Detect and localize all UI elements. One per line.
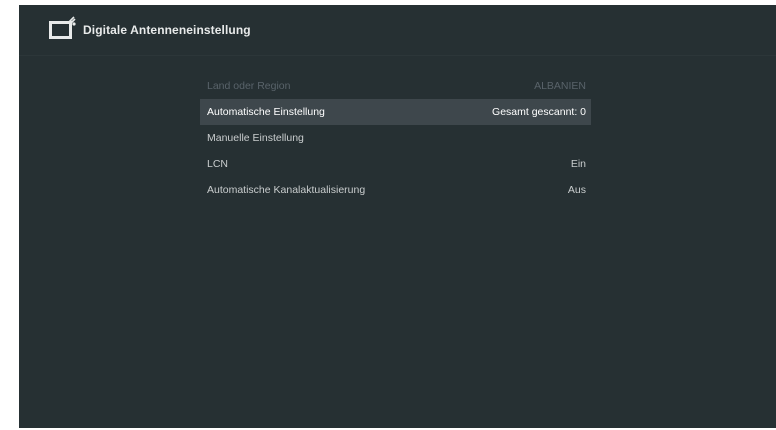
- menu-item-label: LCN: [207, 158, 229, 170]
- menu-item-country-region: Land oder Region ALBANIEN: [200, 73, 591, 99]
- page-title: Digitale Antenneneinstellung: [83, 23, 251, 37]
- menu-item-lcn[interactable]: LCN Ein: [200, 151, 591, 177]
- menu-item-value: Gesamt gescannt: 0: [492, 106, 586, 118]
- menu-item-label: Manuelle Einstellung: [207, 132, 304, 144]
- settings-menu: Land oder Region ALBANIEN Automatische E…: [200, 73, 591, 203]
- menu-item-auto-channel-update[interactable]: Automatische Kanalaktualisierung Aus: [200, 177, 591, 203]
- menu-item-manual-tuning[interactable]: Manuelle Einstellung: [200, 125, 591, 151]
- tv-antenna-icon: [49, 16, 79, 40]
- menu-item-value: Aus: [567, 184, 586, 196]
- menu-item-value: ALBANIEN: [534, 80, 586, 92]
- tv-settings-screen: Digitale Antenneneinstellung Land oder R…: [19, 5, 776, 428]
- menu-item-label: Land oder Region: [207, 80, 291, 92]
- header-bar: Digitale Antenneneinstellung: [19, 5, 776, 56]
- menu-item-auto-tuning[interactable]: Automatische Einstellung Gesamt gescannt…: [200, 99, 591, 125]
- menu-item-label: Automatische Einstellung: [207, 106, 325, 118]
- menu-item-value: Ein: [570, 158, 586, 170]
- menu-item-label: Automatische Kanalaktualisierung: [207, 184, 366, 196]
